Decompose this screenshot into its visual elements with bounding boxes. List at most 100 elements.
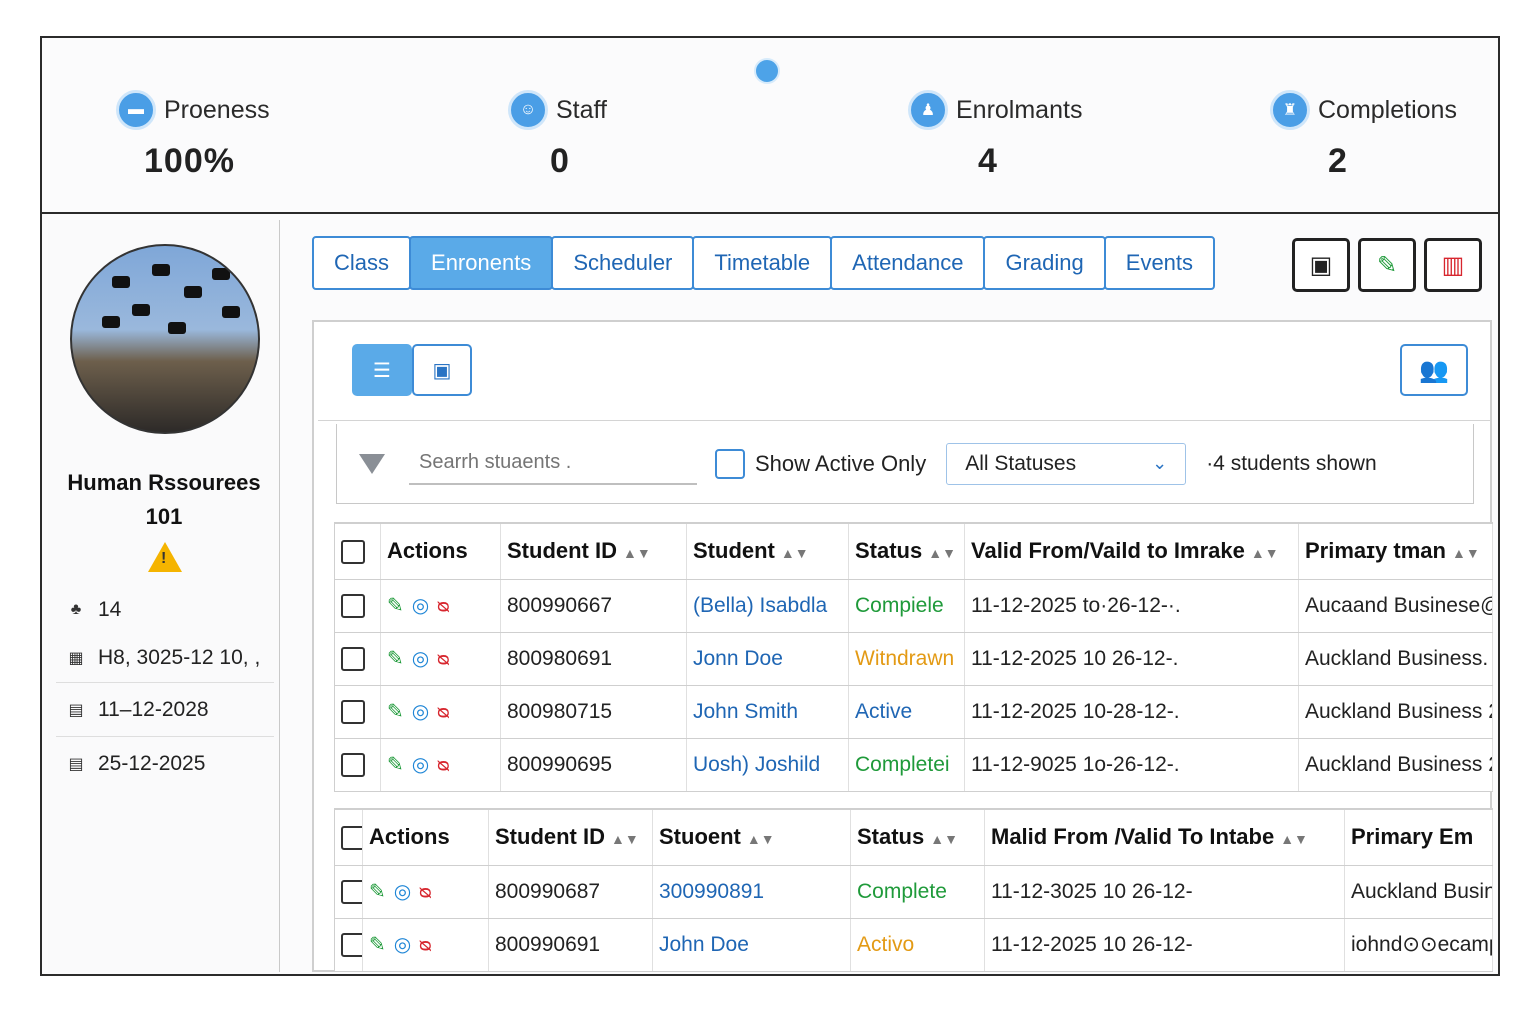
stats-bar: ▬ Proeness 100% ☺ Staff 0 ♟ Enrolmants 4… — [42, 38, 1498, 214]
remove-icon[interactable]: ᴓ — [437, 701, 449, 723]
col-student-id[interactable]: Student ID ▲▼ — [488, 809, 653, 866]
row-actions: ✎ ◎ ᴓ — [380, 579, 501, 633]
sort-icon: ▲▼ — [930, 831, 958, 848]
row-actions: ✎ ◎ ᴓ — [362, 865, 489, 919]
col-student-id[interactable]: Student ID ▲▼ — [500, 523, 687, 580]
col-label: Primaɪy tman — [1305, 538, 1446, 564]
remove-icon[interactable]: ᴓ — [419, 934, 431, 956]
remove-icon[interactable]: ᴓ — [437, 648, 449, 670]
edit-icon[interactable]: ✎ — [387, 595, 404, 617]
valid-dates-cell: 11-12-2025 10 26-12-. — [964, 632, 1299, 686]
edit-icon[interactable]: ✎ — [369, 934, 386, 956]
col-primary[interactable]: Primaɪy tman ▲▼ — [1298, 523, 1493, 580]
student-id-cell: 800990691 — [488, 918, 653, 972]
tab-events[interactable]: Events — [1103, 236, 1216, 290]
col-label: Malid From /Valid To Intabe — [991, 824, 1275, 850]
stat-label: Staff — [556, 95, 607, 124]
sort-icon: ▲▼ — [1451, 545, 1480, 562]
col-status[interactable]: Status ▲▼ — [848, 523, 965, 580]
select-all-checkbox[interactable] — [341, 540, 365, 565]
list-view-button[interactable]: ☰ — [352, 344, 412, 396]
student-name-link[interactable]: Jonn Doe — [686, 632, 849, 686]
col-student[interactable]: Student ▲▼ — [686, 523, 849, 580]
warning-icon: ! — [148, 542, 182, 572]
col-status[interactable]: Status ▲▼ — [850, 809, 985, 866]
valid-dates-cell: 11-12-9025 1o-26-12-. — [964, 738, 1299, 792]
col-label: Student ID — [495, 824, 605, 850]
stat-value: 0 — [550, 142, 570, 180]
sort-icon: ▲▼ — [1250, 545, 1279, 562]
status-select[interactable]: All Statuses ⌄ — [946, 442, 1187, 485]
tab-enrolments[interactable]: Enronents — [409, 236, 554, 290]
row-actions: ✎ ◎ ᴓ — [380, 632, 501, 686]
tab-bar: Class Enronents Scheduler Timetable Atte… — [312, 236, 1216, 290]
table-row: ✎ ◎ ᴓ 800990687 300990891 Complete 11-12-3025 … — [334, 865, 1493, 919]
tab-grading[interactable]: Grading — [983, 236, 1106, 290]
show-active-toggle[interactable]: Show Active Only — [715, 448, 927, 479]
search-input[interactable] — [409, 442, 697, 485]
table-row: ✎ ◎ ᴓ 800990695 Uosh) Joshild Completei 11-12-… — [334, 738, 1493, 792]
view-icon[interactable]: ◎ — [412, 754, 429, 776]
tab-timetable[interactable]: Timetable — [692, 236, 833, 290]
view-icon[interactable]: ◎ — [394, 881, 411, 903]
student-name-link[interactable]: (Bella) Isabdla — [686, 579, 849, 633]
show-active-checkbox[interactable] — [715, 448, 745, 479]
date-end-icon: ▤ — [68, 756, 84, 773]
student-name-link[interactable]: Uosh) Joshild — [686, 738, 849, 792]
tab-class[interactable]: Class — [312, 236, 412, 290]
select-all-checkbox[interactable] — [341, 826, 362, 851]
remove-icon[interactable]: ᴓ — [437, 754, 449, 776]
edit-icon[interactable]: ✎ — [387, 648, 404, 670]
stat-completions: ♜ Completions 2 — [1270, 90, 1457, 181]
col-primary[interactable]: Primary Em — [1344, 809, 1493, 866]
show-active-label: Show Active Only — [755, 450, 927, 476]
course-title-line2: 101 — [145, 504, 183, 529]
sort-icon: ▲▼ — [928, 545, 956, 562]
row-actions: ✎ ◎ ᴓ — [362, 918, 489, 972]
row-checkbox[interactable] — [341, 699, 365, 724]
col-valid[interactable]: Malid From /Valid To Intabe ▲▼ — [984, 809, 1345, 866]
enrolments-icon: ♟ — [908, 90, 948, 130]
row-checkbox[interactable] — [341, 646, 365, 671]
grid-view-button[interactable]: ▣ — [412, 344, 472, 396]
table-row: ✎ ◎ ᴓ 800980715 John Smith Active 11-12-2025 1… — [334, 685, 1493, 739]
edit-icon[interactable]: ✎ — [387, 754, 404, 776]
edit-icon[interactable]: ✎ — [387, 701, 404, 723]
col-label: Status — [855, 538, 923, 564]
view-icon[interactable]: ◎ — [412, 648, 429, 670]
filter-icon[interactable] — [359, 453, 385, 474]
col-student[interactable]: Stuoent ▲▼ — [652, 809, 851, 866]
export-button[interactable]: ▣ — [1292, 238, 1350, 292]
delete-button[interactable]: ▥ — [1424, 238, 1482, 292]
sidebar-row-start-date: ▤ 11–12-2028 — [66, 690, 272, 730]
student-id-cell: 800980715 — [500, 685, 687, 739]
student-name-link[interactable]: John Smith — [686, 685, 849, 739]
student-name-link[interactable]: John Doe — [652, 918, 851, 972]
enrolments-panel: ☰ ▣ 👥 Show Active Only All Statuses ⌄ ·4… — [312, 320, 1493, 972]
edit-button[interactable]: ✎ — [1358, 238, 1416, 292]
sidebar-row-schedule: ▦ H8, 3025-12 10, , — [66, 638, 272, 678]
view-icon[interactable]: ◎ — [394, 934, 411, 956]
remove-icon[interactable]: ᴓ — [437, 595, 449, 617]
add-students-button[interactable]: 👥 — [1400, 344, 1468, 396]
col-actions: Actions — [362, 809, 489, 866]
student-name-link[interactable]: 300990891 — [652, 865, 851, 919]
view-icon[interactable]: ◎ — [412, 595, 429, 617]
view-icon[interactable]: ◎ — [412, 701, 429, 723]
stat-enrolments: ♟ Enrolmants 4 — [908, 90, 1082, 181]
pencil-icon: ✎ — [1376, 251, 1398, 279]
row-checkbox[interactable] — [341, 932, 362, 957]
sidebar-row-end-date: ▤ 25-12-2025 — [66, 744, 272, 784]
row-checkbox[interactable] — [341, 879, 362, 904]
primary-cell: Auckland Business 2 — [1344, 865, 1493, 919]
edit-icon[interactable]: ✎ — [369, 881, 386, 903]
stat-staff: ☺ Staff 0 — [508, 90, 607, 181]
tab-scheduler[interactable]: Scheduler — [551, 236, 695, 290]
row-checkbox[interactable] — [341, 593, 365, 618]
col-valid[interactable]: Valid From/Vaild to Imrake ▲▼ — [964, 523, 1299, 580]
tab-attendance[interactable]: Attendance — [830, 236, 986, 290]
remove-icon[interactable]: ᴓ — [419, 881, 431, 903]
row-checkbox[interactable] — [341, 752, 365, 777]
table-row: ✎ ◎ ᴓ 800980691 Jonn Doe Witndrawn 11-12-2025 … — [334, 632, 1493, 686]
refresh-icon[interactable] — [754, 58, 780, 84]
